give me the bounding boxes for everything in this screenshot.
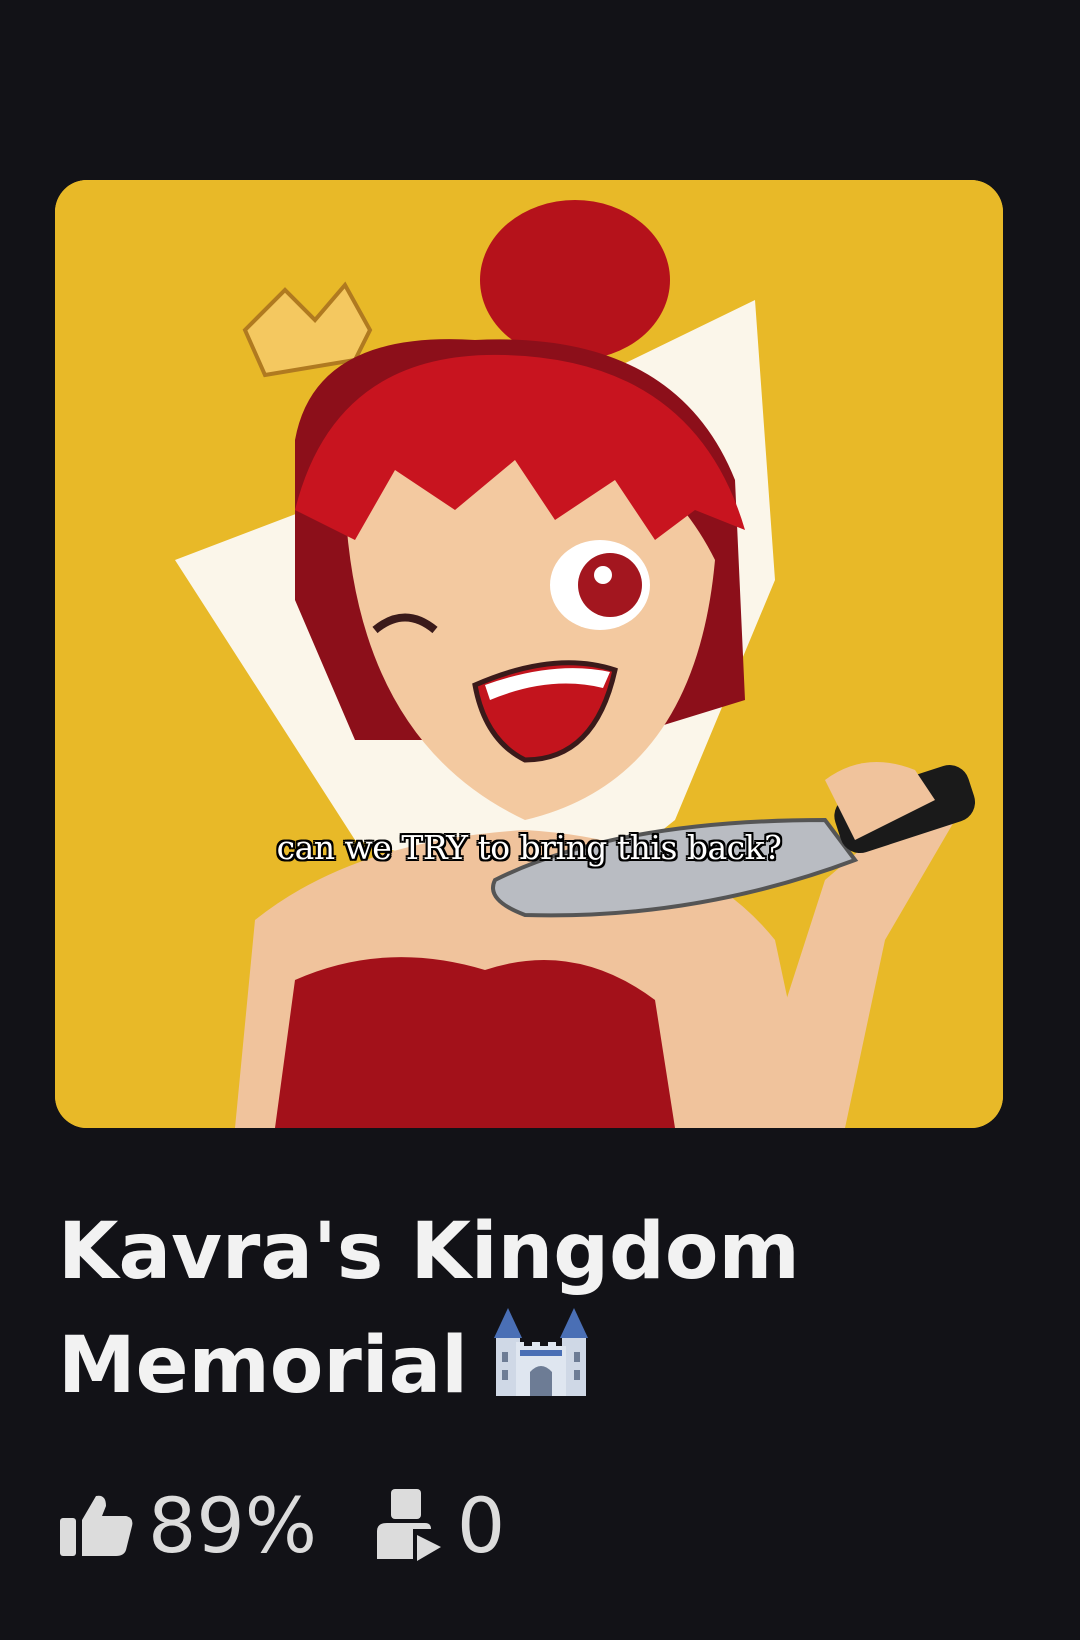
game-title-line-2: Memorial	[58, 1321, 468, 1411]
castle-icon	[493, 1308, 588, 1396]
game-stats: 89% 0	[58, 1480, 505, 1570]
game-title-line-1: Kavra's Kingdom	[58, 1207, 800, 1297]
thumbs-up-icon	[60, 1495, 133, 1556]
thumbnail-caption: can we TRY to bring this back?	[276, 828, 782, 867]
game-title-line-2-wrap: Memorial	[58, 1304, 1018, 1418]
player-count-stat: 0	[373, 1481, 505, 1570]
game-title[interactable]: Kavra's Kingdom Memorial	[58, 1200, 1018, 1418]
game-thumbnail[interactable]: can we TRY to bring this back?	[55, 180, 1003, 1128]
player-count-value: 0	[456, 1480, 506, 1570]
like-ratio-value: 89%	[148, 1480, 317, 1570]
player-count-icon	[376, 1489, 441, 1561]
thumbnail-art	[55, 180, 1003, 1128]
like-ratio-stat: 89%	[58, 1481, 317, 1570]
